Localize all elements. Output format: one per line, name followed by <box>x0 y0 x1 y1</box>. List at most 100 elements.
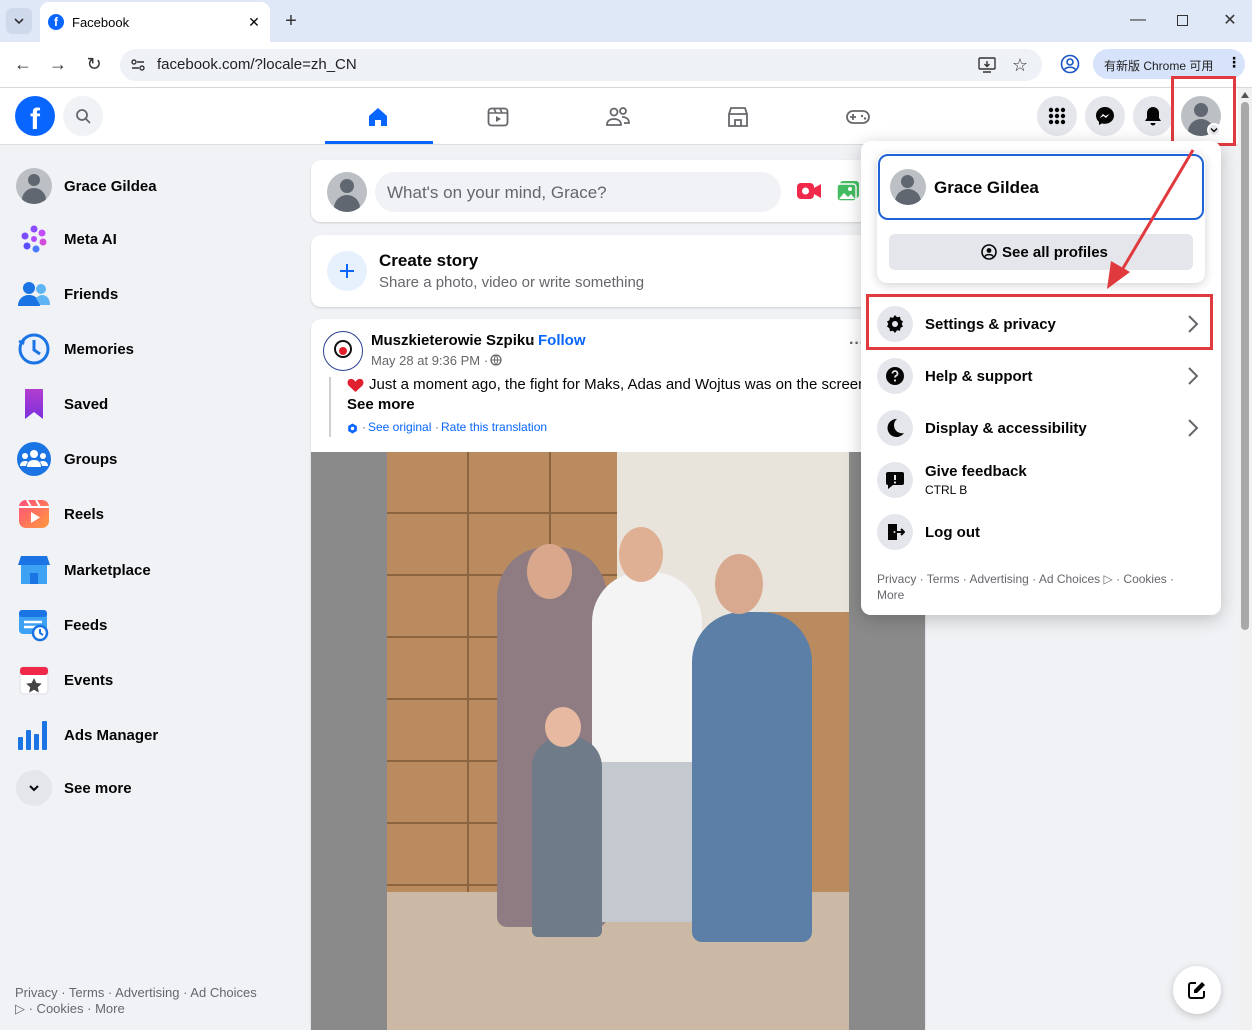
feed-post: Muszkieterowie Szpiku · Follow May 28 at… <box>311 319 925 1030</box>
sidebar-footer-line2[interactable]: ▷ · Cookies · More <box>15 1001 257 1017</box>
page-scrollbar[interactable] <box>1238 88 1252 1030</box>
minimize-icon[interactable]: — <box>1128 10 1148 30</box>
sidebar-item-ads-manager[interactable]: Ads Manager <box>8 709 298 761</box>
sidebar-item-label: Reels <box>64 505 105 523</box>
sidebar-item-events[interactable]: Events <box>8 654 298 706</box>
grid-menu-icon <box>1048 107 1066 125</box>
sidebar-item-feeds[interactable]: Feeds <box>8 599 298 651</box>
post-composer: What's on your mind, Grace? <box>311 160 911 222</box>
tab-friends[interactable] <box>558 89 678 145</box>
bell-icon <box>1145 107 1161 126</box>
profile-icon[interactable] <box>1060 54 1080 74</box>
menu-item-log-out[interactable]: Log out <box>869 507 1213 557</box>
composer-input[interactable]: What's on your mind, Grace? <box>375 172 781 212</box>
feeds-icon <box>19 610 49 642</box>
friends-icon <box>18 282 50 306</box>
forward-icon[interactable]: → <box>47 53 69 75</box>
see-all-profiles-label: See all profiles <box>1002 244 1108 261</box>
tab-gaming[interactable] <box>798 89 918 145</box>
chrome-update-button[interactable]: 有新版 Chrome 可用 ⋮ <box>1093 49 1245 79</box>
tab-marketplace[interactable] <box>678 89 798 145</box>
site-settings-icon[interactable] <box>130 57 146 73</box>
new-message-button[interactable] <box>1173 966 1221 1014</box>
tab-search-button[interactable] <box>6 8 32 34</box>
chevron-right-icon <box>1188 367 1199 385</box>
sidebar-footer-line1[interactable]: Privacy · Terms · Advertising · Ad Choic… <box>15 985 257 1001</box>
account-highlight-box <box>1171 76 1236 146</box>
close-window-icon[interactable]: ✕ <box>1220 10 1240 30</box>
menu-item-help-support[interactable]: Help & support <box>869 351 1213 401</box>
follow-link[interactable]: Follow <box>538 332 586 349</box>
sidebar-item-groups[interactable]: Groups <box>8 433 298 485</box>
rate-translation-link[interactable]: Rate this translation <box>441 420 547 434</box>
photo-video-icon[interactable] <box>836 180 860 202</box>
create-story-card[interactable]: Create story Share a photo, video or wri… <box>311 235 911 307</box>
translate-icon <box>348 423 357 434</box>
friends-icon <box>606 107 630 126</box>
post-author[interactable]: Muszkieterowie Szpiku <box>371 332 534 349</box>
scroll-up-icon[interactable] <box>1241 92 1249 98</box>
composer-placeholder: What's on your mind, Grace? <box>387 183 607 202</box>
profiles-icon <box>981 244 997 260</box>
sidebar-item-label: Memories <box>64 340 135 358</box>
messenger-icon <box>1096 107 1114 125</box>
sidebar-item-profile[interactable]: Grace Gildea <box>8 160 298 212</box>
active-tab-indicator <box>325 141 433 144</box>
see-more-link[interactable]: See more <box>347 396 415 413</box>
url-text: facebook.com/?locale=zh_CN <box>157 56 357 73</box>
menu-footer-line1[interactable]: Privacy · Terms · Advertising · Ad Choic… <box>877 571 1207 587</box>
add-story-icon <box>327 251 367 291</box>
messenger-button[interactable] <box>1085 96 1125 136</box>
sidebar-item-label: Marketplace <box>64 561 151 579</box>
globe-icon <box>490 354 502 366</box>
profile-name: Grace Gildea <box>934 178 1039 197</box>
tab-home[interactable] <box>318 89 438 145</box>
maximize-icon[interactable] <box>1177 15 1188 26</box>
reels-icon <box>19 499 49 528</box>
notifications-button[interactable] <box>1133 96 1173 136</box>
marketplace-icon <box>728 107 748 127</box>
menu-footer-line2[interactable]: More <box>877 587 1207 603</box>
sidebar-item-marketplace[interactable]: Marketplace <box>8 544 298 596</box>
bookmark-star-icon[interactable]: ☆ <box>1009 54 1031 76</box>
back-icon[interactable]: ← <box>12 53 34 75</box>
live-video-icon[interactable] <box>796 181 822 201</box>
reload-icon[interactable]: ↻ <box>83 53 105 75</box>
scrollbar-thumb[interactable] <box>1241 102 1249 630</box>
tab-video[interactable] <box>438 89 558 145</box>
install-app-icon[interactable] <box>978 56 996 74</box>
post-photo[interactable] <box>387 452 849 1030</box>
menu-item-label: Give feedback <box>925 463 1027 480</box>
sidebar-item-meta-ai[interactable]: Meta AI <box>8 213 298 265</box>
see-all-profiles-button[interactable]: See all profiles <box>889 234 1193 270</box>
settings-highlight-box <box>866 294 1213 350</box>
browser-tab[interactable]: f Facebook ✕ <box>40 2 270 42</box>
sidebar-item-label: Meta AI <box>64 230 117 248</box>
sidebar-item-memories[interactable]: Memories <box>8 323 298 375</box>
search-button[interactable] <box>63 96 103 136</box>
facebook-logo-icon[interactable]: f <box>15 96 55 136</box>
sidebar-item-label: See more <box>64 779 132 797</box>
feedback-icon <box>877 462 913 498</box>
sidebar-see-more-button[interactable]: See more <box>8 762 298 814</box>
sidebar-item-saved[interactable]: Saved <box>8 378 298 430</box>
menu-item-display-accessibility[interactable]: Display & accessibility <box>869 403 1213 453</box>
menu-button[interactable] <box>1037 96 1077 136</box>
close-tab-icon[interactable]: ✕ <box>245 13 263 31</box>
url-field[interactable]: facebook.com/?locale=zh_CN ☆ <box>120 49 1042 81</box>
story-subtitle: Share a photo, video or write something <box>379 274 645 291</box>
new-tab-icon[interactable]: + <box>280 10 302 32</box>
current-profile-row[interactable]: Grace Gildea <box>878 154 1204 220</box>
sidebar-item-label: Grace Gildea <box>64 177 157 195</box>
see-original-link[interactable]: See original <box>368 420 431 434</box>
memories-icon <box>18 333 50 365</box>
sidebar-item-reels[interactable]: Reels <box>8 488 298 540</box>
menu-item-give-feedback[interactable]: Give feedback CTRL B <box>869 455 1213 505</box>
story-title: Create story <box>379 251 479 270</box>
post-timestamp[interactable]: May 28 at 9:36 PM · <box>371 353 488 368</box>
page-avatar[interactable] <box>323 331 363 371</box>
chevron-right-icon <box>1188 419 1199 437</box>
question-icon <box>877 358 913 394</box>
menu-item-label: Log out <box>925 523 980 541</box>
sidebar-item-friends[interactable]: Friends <box>8 268 298 320</box>
